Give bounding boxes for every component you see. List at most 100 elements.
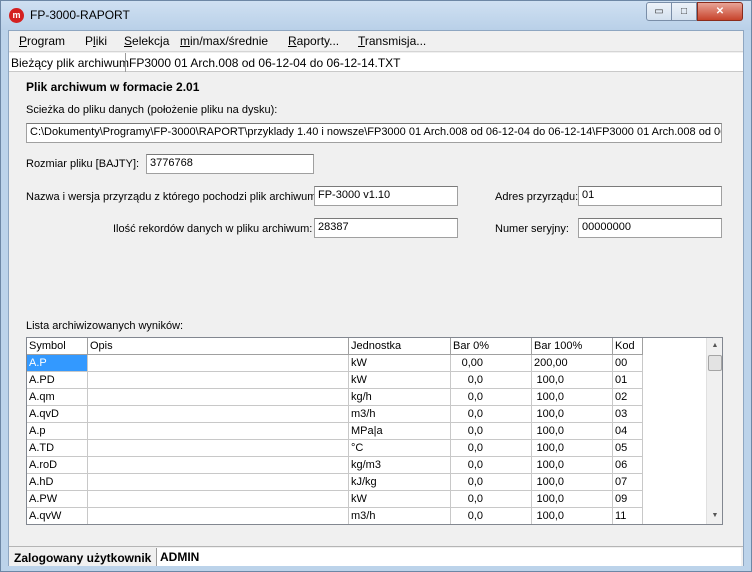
cell-symbol[interactable]: A.PW	[27, 491, 88, 508]
cell-opis[interactable]	[88, 491, 349, 508]
cell-symbol[interactable]: A.P	[27, 355, 88, 372]
results-table[interactable]: Symbol Opis Jednostka Bar 0% Bar 100% Ko…	[26, 337, 723, 525]
cell-symbol[interactable]: A.TD	[27, 440, 88, 457]
cell-jednostka[interactable]: kg/m3	[349, 457, 451, 474]
app-logo-icon[interactable]: m	[9, 8, 24, 23]
cell-opis[interactable]	[88, 389, 349, 406]
cell-symbol[interactable]: A.roD	[27, 457, 88, 474]
cell-bar100[interactable]: 100,0	[532, 491, 613, 508]
table-row[interactable]: A.qvW m3/h 0,0 100,0 11	[27, 508, 643, 524]
table-row[interactable]: A.qm kg/h 0,0 100,0 02	[27, 389, 643, 406]
device-field[interactable]: FP-3000 v1.10	[314, 186, 458, 206]
table-row[interactable]: A.TD °C 0,0 100,0 05	[27, 440, 643, 457]
table-row[interactable]: A.PW kW 0,0 100,0 09	[27, 491, 643, 508]
cell-bar100[interactable]: 100,0	[532, 457, 613, 474]
cell-bar100[interactable]: 100,0	[532, 372, 613, 389]
cell-bar100[interactable]: 100,0	[532, 440, 613, 457]
address-field[interactable]: 01	[578, 186, 722, 206]
table-row[interactable]: A.roD kg/m3 0,0 100,0 06	[27, 457, 643, 474]
column-header-kod[interactable]: Kod	[613, 338, 643, 355]
cell-opis[interactable]	[88, 355, 349, 372]
cell-bar0[interactable]: 0,00	[451, 355, 532, 372]
cell-bar0[interactable]: 0,0	[451, 423, 532, 440]
cell-opis[interactable]	[88, 508, 349, 524]
cell-opis[interactable]	[88, 440, 349, 457]
cell-symbol[interactable]: A.qm	[27, 389, 88, 406]
cell-bar0[interactable]: 0,0	[451, 491, 532, 508]
menu-pliki[interactable]: Pliki	[85, 34, 107, 48]
cell-opis[interactable]	[88, 372, 349, 389]
table-row[interactable]: A.qvD m3/h 0,0 100,0 03	[27, 406, 643, 423]
cell-jednostka[interactable]: kW	[349, 372, 451, 389]
column-header-opis[interactable]: Opis	[88, 338, 349, 355]
cell-opis[interactable]	[88, 406, 349, 423]
scroll-thumb[interactable]	[708, 355, 722, 371]
cell-bar0[interactable]: 0,0	[451, 474, 532, 491]
menu-raporty[interactable]: Raporty...	[288, 34, 339, 48]
cell-jednostka[interactable]: kW	[349, 491, 451, 508]
cell-bar100[interactable]: 100,0	[532, 406, 613, 423]
status-bar: Zalogowany użytkownik ADMIN	[9, 546, 743, 566]
column-header-bar100[interactable]: Bar 100%	[532, 338, 613, 355]
column-header-symbol[interactable]: Symbol	[27, 338, 88, 355]
table-row[interactable]: A.hD kJ/kg 0,0 100,0 07	[27, 474, 643, 491]
cell-jednostka[interactable]: kg/h	[349, 389, 451, 406]
cell-bar0[interactable]: 0,0	[451, 440, 532, 457]
cell-bar0[interactable]: 0,0	[451, 389, 532, 406]
records-field[interactable]: 28387	[314, 218, 458, 238]
minimize-button[interactable]: ▭	[646, 2, 672, 21]
column-header-jednostka[interactable]: Jednostka	[349, 338, 451, 355]
cell-jednostka[interactable]: kW	[349, 355, 451, 372]
menu-transmisja[interactable]: Transmisja...	[358, 34, 426, 48]
cell-bar0[interactable]: 0,0	[451, 372, 532, 389]
cell-jednostka[interactable]: m3/h	[349, 508, 451, 524]
cell-symbol[interactable]: A.qvD	[27, 406, 88, 423]
cell-kod[interactable]: 07	[613, 474, 643, 491]
cell-jednostka[interactable]: m3/h	[349, 406, 451, 423]
title-bar[interactable]: m FP-3000-RAPORT ▭ □ ✕	[1, 1, 751, 30]
cell-opis[interactable]	[88, 474, 349, 491]
archive-info-panel: Plik archiwum w formacie 2.01 Scieżka do…	[9, 73, 743, 546]
maximize-button[interactable]: □	[671, 2, 697, 21]
cell-kod[interactable]: 00	[613, 355, 643, 372]
cell-symbol[interactable]: A.hD	[27, 474, 88, 491]
cell-jednostka[interactable]: MPa|a	[349, 423, 451, 440]
size-field[interactable]: 3776768	[146, 154, 314, 174]
table-row[interactable]: A.p MPa|a 0,0 100,0 04	[27, 423, 643, 440]
cell-opis[interactable]	[88, 423, 349, 440]
scroll-down-icon[interactable]: ▼	[707, 508, 722, 524]
cell-symbol[interactable]: A.p	[27, 423, 88, 440]
cell-opis[interactable]	[88, 457, 349, 474]
cell-symbol[interactable]: A.PD	[27, 372, 88, 389]
cell-bar100[interactable]: 100,0	[532, 508, 613, 524]
cell-kod[interactable]: 01	[613, 372, 643, 389]
cell-bar100[interactable]: 100,0	[532, 474, 613, 491]
cell-kod[interactable]: 04	[613, 423, 643, 440]
cell-kod[interactable]: 09	[613, 491, 643, 508]
close-button[interactable]: ✕	[697, 2, 743, 21]
cell-kod[interactable]: 03	[613, 406, 643, 423]
cell-kod[interactable]: 02	[613, 389, 643, 406]
menu-min-max-srednie[interactable]: min/max/średnie	[180, 34, 268, 48]
cell-bar100[interactable]: 200,00	[532, 355, 613, 372]
cell-bar0[interactable]: 0,0	[451, 406, 532, 423]
cell-kod[interactable]: 06	[613, 457, 643, 474]
column-header-bar0[interactable]: Bar 0%	[451, 338, 532, 355]
menu-program[interactable]: Program	[19, 34, 65, 48]
table-scrollbar[interactable]: ▲ ▼	[706, 338, 722, 524]
cell-kod[interactable]: 11	[613, 508, 643, 524]
menu-selekcja[interactable]: Selekcja	[124, 34, 169, 48]
cell-jednostka[interactable]: kJ/kg	[349, 474, 451, 491]
table-row[interactable]: A.PD kW 0,0 100,0 01	[27, 372, 643, 389]
path-field[interactable]: C:\Dokumenty\Programy\FP-3000\RAPORT\prz…	[26, 123, 722, 143]
table-row[interactable]: A.P kW 0,00 200,00 00	[27, 355, 643, 372]
cell-bar0[interactable]: 0,0	[451, 508, 532, 524]
cell-bar100[interactable]: 100,0	[532, 423, 613, 440]
scroll-up-icon[interactable]: ▲	[707, 338, 722, 354]
serial-field[interactable]: 00000000	[578, 218, 722, 238]
cell-bar0[interactable]: 0,0	[451, 457, 532, 474]
cell-jednostka[interactable]: °C	[349, 440, 451, 457]
cell-bar100[interactable]: 100,0	[532, 389, 613, 406]
cell-kod[interactable]: 05	[613, 440, 643, 457]
cell-symbol[interactable]: A.qvW	[27, 508, 88, 524]
